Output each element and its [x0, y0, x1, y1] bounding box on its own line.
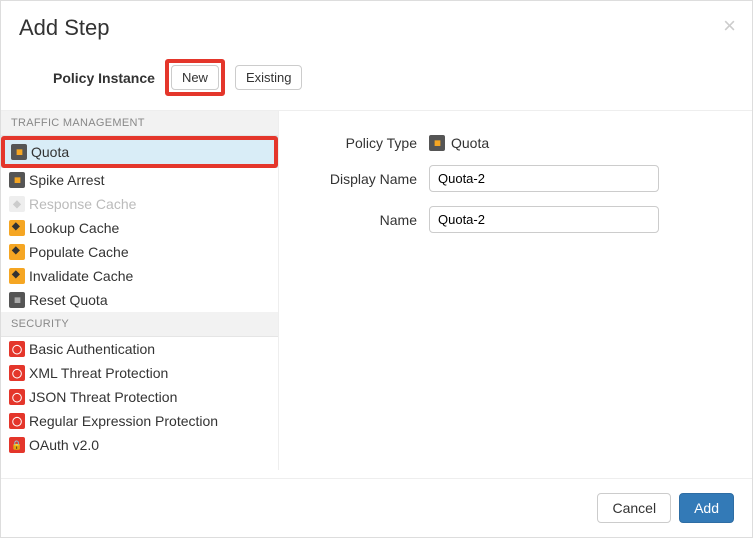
- policy-item-spike[interactable]: Spike Arrest: [1, 168, 278, 192]
- policy-item-quota[interactable]: Quota: [1, 136, 278, 168]
- policy-item-json-threat[interactable]: JSON Threat Protection: [1, 385, 278, 409]
- policy-item-reset-quota[interactable]: Reset Quota: [1, 288, 278, 312]
- category-traffic: TRAFFIC MANAGEMENT: [1, 111, 278, 136]
- add-button[interactable]: Add: [679, 493, 734, 523]
- shield-icon: [9, 365, 25, 381]
- policy-type-text: Quota: [451, 135, 489, 151]
- policy-label: Lookup Cache: [29, 220, 119, 236]
- policy-label: Spike Arrest: [29, 172, 104, 188]
- policy-label: Invalidate Cache: [29, 268, 133, 284]
- segmented-existing-button[interactable]: Existing: [235, 65, 303, 90]
- policy-label: Response Cache: [29, 196, 136, 212]
- policy-item-regex[interactable]: Regular Expression Protection: [1, 409, 278, 433]
- quota-icon: [429, 135, 445, 151]
- shield-icon: [9, 413, 25, 429]
- policy-item-oauth[interactable]: OAuth v2.0: [1, 433, 278, 457]
- policy-instance-row: Policy Instance New Existing: [1, 51, 752, 110]
- form-panel: Policy Type Quota Display Name Name: [279, 111, 752, 470]
- lock-icon: [9, 437, 25, 453]
- policy-item-populate-cache[interactable]: Populate Cache: [1, 240, 278, 264]
- policy-label: Basic Authentication: [29, 341, 155, 357]
- policy-type-label: Policy Type: [309, 135, 429, 151]
- cache-icon: [9, 244, 25, 260]
- dialog-title: Add Step: [19, 15, 734, 41]
- policy-item-xml-threat[interactable]: XML Threat Protection: [1, 361, 278, 385]
- reset-icon: [9, 292, 25, 308]
- policy-item-basic-auth[interactable]: Basic Authentication: [1, 337, 278, 361]
- row-name: Name: [309, 206, 722, 233]
- close-icon[interactable]: ×: [723, 13, 736, 39]
- policy-item-lookup-cache[interactable]: Lookup Cache: [1, 216, 278, 240]
- highlight-new: New: [165, 59, 225, 96]
- shield-icon: [9, 341, 25, 357]
- dialog-footer: Cancel Add: [1, 478, 752, 537]
- cache-icon: [9, 268, 25, 284]
- quota-icon: [11, 144, 27, 160]
- policy-item-response-cache: Response Cache: [1, 192, 278, 216]
- policy-instance-label: Policy Instance: [53, 70, 155, 86]
- cache-icon: [9, 196, 25, 212]
- policy-label: Populate Cache: [29, 244, 129, 260]
- segmented-new-button[interactable]: New: [171, 65, 219, 90]
- row-display-name: Display Name: [309, 165, 722, 192]
- display-name-input[interactable]: [429, 165, 659, 192]
- add-step-dialog: Add Step × Policy Instance New Existing …: [0, 0, 753, 538]
- name-label: Name: [309, 212, 429, 228]
- policy-label: OAuth v2.0: [29, 437, 99, 453]
- cache-icon: [9, 220, 25, 236]
- policy-list[interactable]: TRAFFIC MANAGEMENT Quota Spike Arrest Re…: [1, 111, 279, 470]
- cancel-button[interactable]: Cancel: [597, 493, 671, 523]
- policy-type-value: Quota: [429, 135, 489, 151]
- policy-label: Reset Quota: [29, 292, 108, 308]
- row-policy-type: Policy Type Quota: [309, 135, 722, 151]
- dialog-header: Add Step ×: [1, 1, 752, 51]
- name-input[interactable]: [429, 206, 659, 233]
- policy-item-invalidate-cache[interactable]: Invalidate Cache: [1, 264, 278, 288]
- policy-label: XML Threat Protection: [29, 365, 168, 381]
- policy-label: Quota: [31, 144, 69, 160]
- highlight-quota: Quota: [1, 136, 278, 168]
- policy-label: JSON Threat Protection: [29, 389, 177, 405]
- policy-label: Regular Expression Protection: [29, 413, 218, 429]
- spike-icon: [9, 172, 25, 188]
- shield-icon: [9, 389, 25, 405]
- category-security: SECURITY: [1, 312, 278, 337]
- content-row: TRAFFIC MANAGEMENT Quota Spike Arrest Re…: [1, 110, 752, 470]
- display-name-label: Display Name: [309, 171, 429, 187]
